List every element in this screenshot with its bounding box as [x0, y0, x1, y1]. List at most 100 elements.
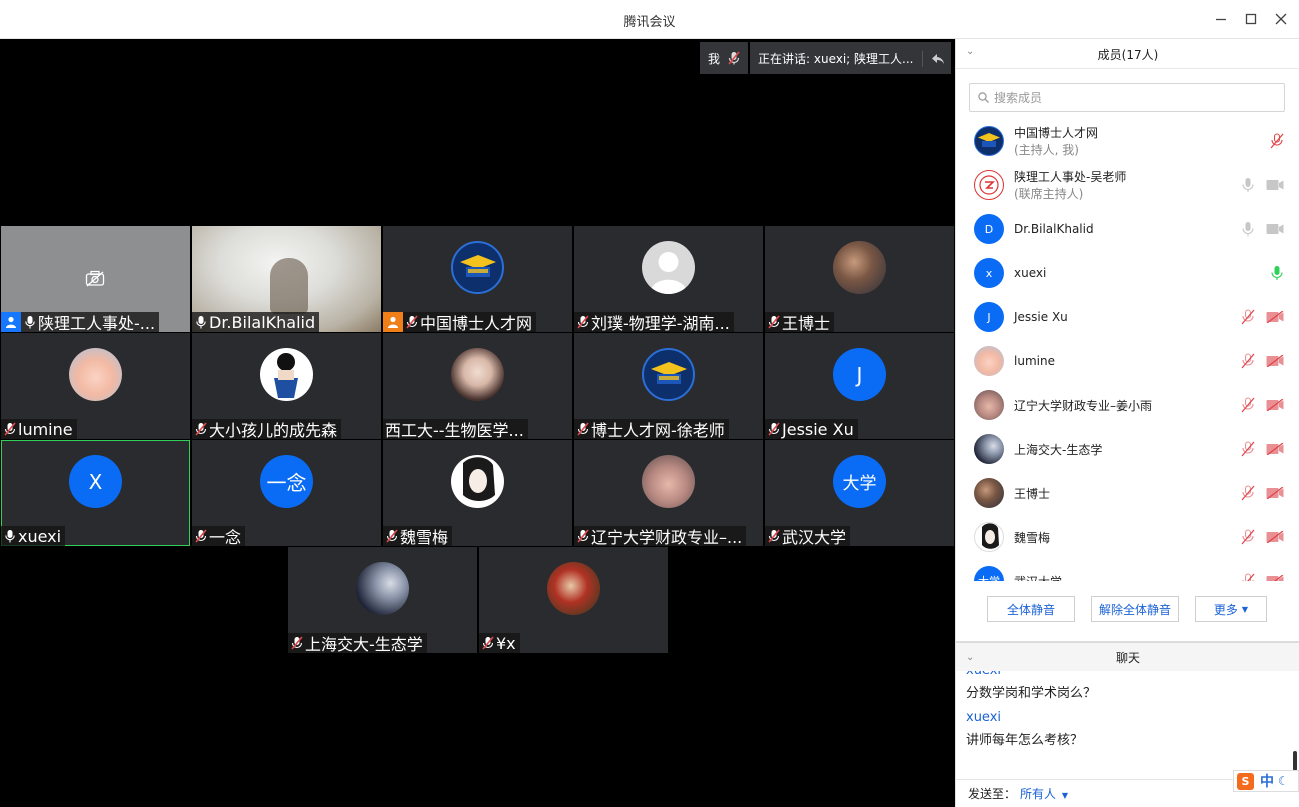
mute-all-button[interactable]: 全体静音 [987, 596, 1075, 622]
chevron-down-icon[interactable]: ⌄ [966, 46, 974, 57]
member-item[interactable]: 陕理工人事处-吴老师 (联席主持人) [956, 163, 1299, 207]
mic-muted-icon[interactable] [1241, 573, 1255, 581]
participant-tile[interactable]: Dr.BilalKhalid [192, 226, 381, 332]
mic-muted-icon[interactable] [728, 51, 740, 65]
speaking-indicator[interactable]: 正在讲话: xuexi; 陕理工人... [750, 42, 951, 74]
camera-off-icon[interactable] [1266, 443, 1284, 455]
unmute-all-button[interactable]: 解除全体静音 [1091, 596, 1179, 622]
tile-label: 一念 [192, 526, 246, 546]
participant-tile[interactable]: 西工大--生物医学... [383, 333, 572, 439]
participant-tile[interactable]: 王博士 [765, 226, 954, 332]
photo-avatar [260, 348, 313, 401]
participant-tile[interactable]: 一念 一念 [192, 440, 381, 546]
reply-icon[interactable] [922, 51, 945, 67]
member-item[interactable]: 魏雪梅 [956, 515, 1299, 559]
maximize-button[interactable] [1241, 9, 1261, 29]
mic-muted-icon [767, 528, 781, 544]
participant-tile[interactable]: ¥x [479, 547, 668, 653]
member-name: Jessie Xu [1014, 310, 1068, 324]
mic-muted-icon[interactable] [1241, 441, 1255, 457]
camera-off-icon[interactable] [1266, 311, 1284, 323]
camera-off-icon [85, 270, 105, 290]
mic-icon[interactable] [1241, 221, 1255, 237]
participant-name: 博士人才网-徐老师 [591, 421, 725, 439]
mic-muted-icon[interactable] [1241, 353, 1255, 369]
member-name: 魏雪梅 [1014, 530, 1051, 545]
participant-tile[interactable]: 陕理工人事处-... [1, 226, 190, 332]
participant-name: 大小孩儿的成先森 [209, 421, 338, 439]
member-item[interactable]: 大学 武汉大学 [956, 559, 1299, 581]
camera-off-icon[interactable] [1266, 531, 1284, 543]
chat-scrollbar[interactable] [1293, 751, 1297, 771]
member-name: 中国博士人才网 [1014, 126, 1099, 140]
mic-muted-icon [194, 528, 208, 544]
mic-muted-icon[interactable] [1241, 309, 1255, 325]
participant-name: 陕理工人事处-... [38, 314, 156, 332]
photo-avatar [69, 348, 122, 401]
participant-tile-speaking[interactable]: X xuexi [1, 440, 190, 546]
participant-tile[interactable]: 大学 武汉大学 [765, 440, 954, 546]
letter-avatar: x [974, 258, 1004, 288]
chevron-down-icon[interactable]: ⌄ [966, 652, 974, 663]
caret-down-icon: ▼ [1241, 604, 1249, 614]
camera-icon[interactable] [1266, 179, 1284, 191]
photo-avatar [642, 455, 695, 508]
member-name: 上海交大-生态学 [1014, 442, 1103, 457]
mic-muted-icon [767, 314, 781, 330]
self-label: 我 [708, 51, 721, 66]
participant-name: lumine [18, 419, 73, 439]
tile-label: 刘璞-物理学-湖南... [574, 312, 734, 332]
member-item[interactable]: 王博士 [956, 471, 1299, 515]
participant-tile[interactable]: 魏雪梅 [383, 440, 572, 546]
camera-off-icon[interactable] [1266, 355, 1284, 367]
participant-tile[interactable]: J Jessie Xu [765, 333, 954, 439]
more-button[interactable]: 更多 ▼ [1195, 596, 1267, 622]
participant-tile[interactable]: 博士人才网-徐老师 [574, 333, 763, 439]
search-input[interactable] [994, 90, 1284, 105]
participant-tile[interactable]: 辽宁大学财政专业–... [574, 440, 763, 546]
mic-muted-icon [405, 314, 419, 330]
member-name: 武汉大学 [1014, 573, 1062, 582]
minimize-button[interactable] [1211, 9, 1231, 29]
mic-active-icon[interactable] [1270, 265, 1284, 281]
side-panel: ⌄ 成员(17人) 中国博士人才网 (主持人, 我) 陕理工人事处-吴老师 [955, 39, 1299, 807]
member-item[interactable]: 辽宁大学财政专业–姜小雨 [956, 383, 1299, 427]
member-item[interactable]: J Jessie Xu [956, 295, 1299, 339]
member-item[interactable]: lumine [956, 339, 1299, 383]
letter-avatar: 大学 [974, 566, 1004, 581]
mic-muted-icon[interactable] [1241, 485, 1255, 501]
participant-tile[interactable]: 大小孩儿的成先森 [192, 333, 381, 439]
participant-tile[interactable]: 中国博士人才网 [383, 226, 572, 332]
member-item[interactable]: D Dr.BilalKhalid [956, 207, 1299, 251]
chat-title: 聊天 [1115, 650, 1140, 665]
participant-tile[interactable]: lumine [1, 333, 190, 439]
mic-muted-icon[interactable] [1241, 397, 1255, 413]
member-name: Dr.BilalKhalid [1014, 222, 1094, 236]
camera-icon[interactable] [1266, 223, 1284, 235]
photo-avatar [833, 241, 886, 294]
ime-indicator[interactable]: S 中 ☾ [1233, 770, 1299, 792]
mic-muted-icon[interactable] [1241, 529, 1255, 545]
member-item[interactable]: 上海交大-生态学 [956, 427, 1299, 471]
divider [956, 68, 1299, 69]
member-item[interactable]: 中国博士人才网 (主持人, 我) [956, 119, 1299, 163]
participant-tile[interactable]: 刘璞-物理学-湖南... [574, 226, 763, 332]
mic-icon[interactable] [1241, 177, 1255, 193]
chat-header[interactable]: ⌄ 聊天 [956, 641, 1299, 671]
member-item[interactable]: x xuexi [956, 251, 1299, 295]
logo-avatar [451, 241, 504, 294]
members-header[interactable]: ⌄ 成员(17人) [956, 39, 1299, 69]
send-to-select[interactable]: 所有人 ▼ [1020, 785, 1068, 802]
letter-avatar: J [974, 302, 1004, 332]
member-name: 王博士 [1014, 486, 1051, 501]
participant-tile[interactable]: 上海交大-生态学 [288, 547, 477, 653]
member-search[interactable] [969, 83, 1285, 112]
self-pill[interactable]: 我 [700, 42, 748, 74]
camera-off-icon[interactable] [1266, 487, 1284, 499]
camera-off-icon[interactable] [1266, 575, 1284, 581]
chat-sender: xuexi [966, 671, 1096, 678]
camera-off-icon[interactable] [1266, 399, 1284, 411]
close-button[interactable] [1271, 9, 1291, 29]
mic-muted-icon[interactable] [1270, 133, 1284, 149]
tile-label: 魏雪梅 [383, 526, 453, 546]
